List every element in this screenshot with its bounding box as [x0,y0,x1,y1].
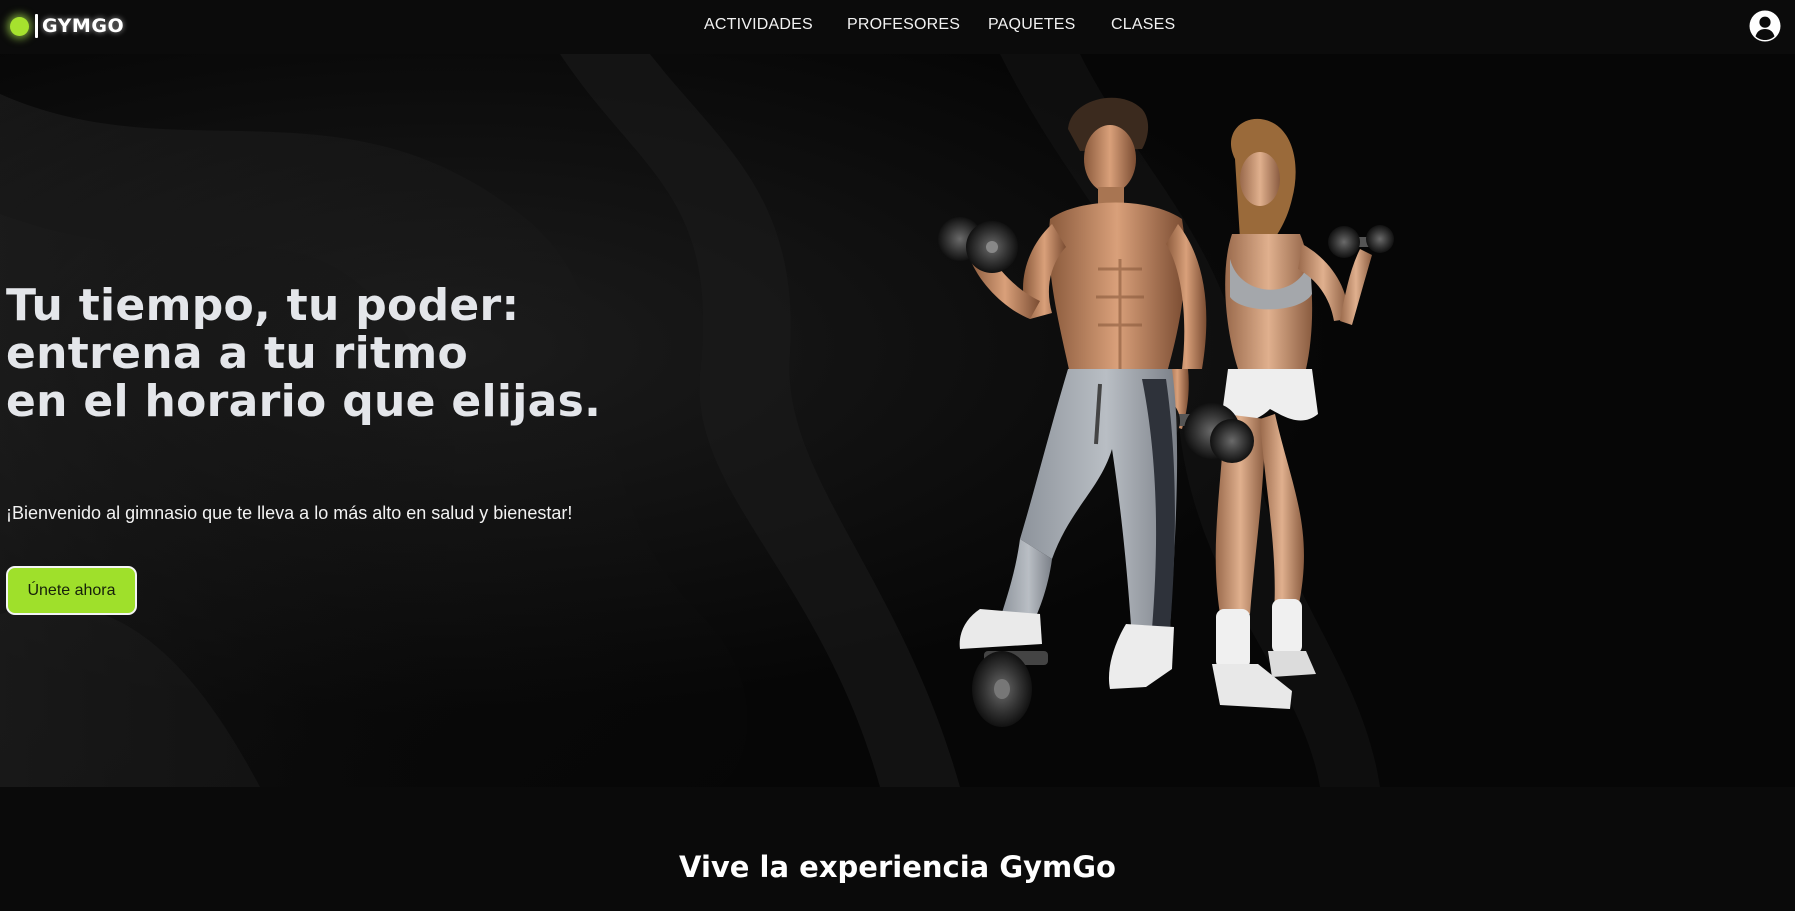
user-circle-icon[interactable] [1749,10,1781,42]
main-nav: ACTIVIDADES PROFESORES PAQUETES CLASES [0,0,1795,54]
hero-title-line: entrena a tu ritmo [6,328,469,379]
nav-link-paquetes[interactable]: PAQUETES [988,16,1076,34]
nav-link-profesores[interactable]: PROFESORES [847,16,960,34]
hero-title-line: Tu tiempo, tu poder: [6,280,520,331]
hero-subtitle: ¡Bienvenido al gimnasio que te lleva a l… [6,503,573,523]
athletes-with-dumbbells-image [938,97,1394,727]
nav-link-actividades[interactable]: ACTIVIDADES [704,16,813,34]
hero-title: Tu tiempo, tu poder: entrena a tu ritmo … [6,282,601,426]
hero-section: Tu tiempo, tu poder: entrena a tu ritmo … [0,54,1795,787]
experience-section: Vive la experiencia GymGo [0,787,1795,911]
join-now-button[interactable]: Únete ahora [6,566,137,615]
hero-title-line: en el horario que elijas. [6,376,602,427]
experience-title: Vive la experiencia GymGo [679,850,1116,884]
top-navbar: GYMGO ACTIVIDADES PROFESORES PAQUETES CL… [0,0,1795,54]
nav-link-clases[interactable]: CLASES [1111,16,1175,34]
